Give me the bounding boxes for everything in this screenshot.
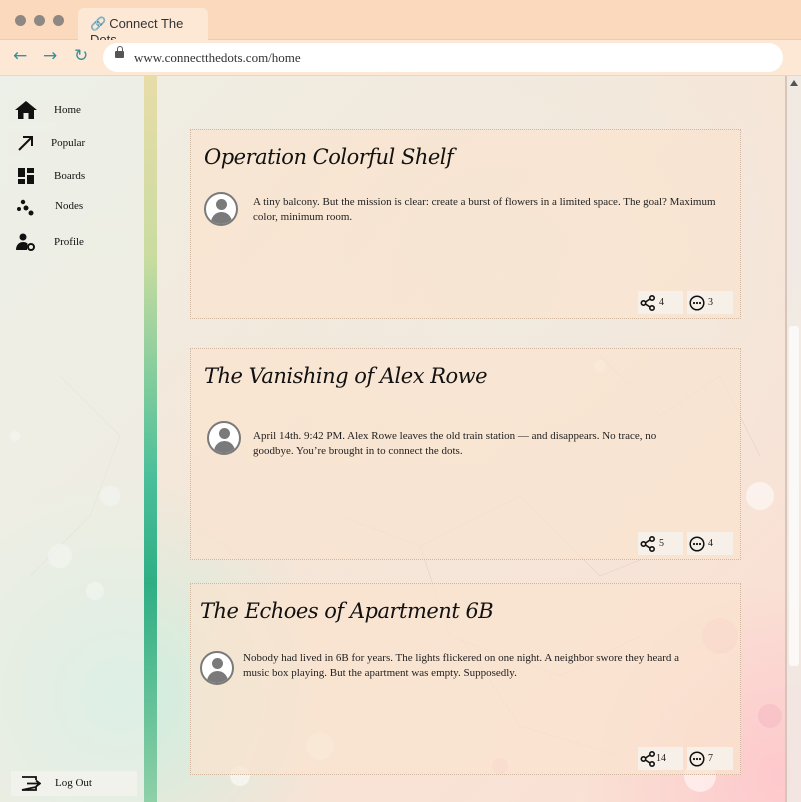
logout-icon	[21, 776, 41, 791]
share-icon	[640, 295, 655, 311]
share-count: 5	[659, 538, 664, 549]
comment-button[interactable]: 7	[687, 747, 733, 770]
sidebar-item-nodes[interactable]: Nodes	[8, 195, 130, 219]
forward-icon[interactable]: →	[43, 46, 57, 66]
url-field[interactable]: www.connectthedots.com/home	[103, 43, 783, 72]
avatar[interactable]	[207, 421, 241, 455]
share-button[interactable]: 5	[638, 532, 683, 555]
post-card[interactable]: Operation Colorful Shelf A tiny balcony.…	[190, 129, 741, 319]
sidebar-item-label: Nodes	[55, 200, 84, 212]
avatar[interactable]	[204, 192, 238, 226]
window-maximize-button[interactable]	[53, 15, 64, 26]
share-button[interactable]: 14	[638, 747, 683, 770]
url-text: www.connectthedots.com/home	[134, 50, 301, 65]
sidebar-item-label: Boards	[54, 170, 86, 182]
post-body: A tiny balcony. But the mission is clear…	[253, 196, 716, 223]
profile-settings-icon	[16, 233, 35, 251]
decorative-strip	[144, 76, 157, 802]
comment-icon	[689, 751, 705, 767]
sidebar-item-label: Home	[54, 104, 81, 116]
sidebar-item-popular[interactable]: Popular	[8, 131, 130, 155]
reload-icon[interactable]: ↻	[74, 46, 88, 66]
post-title[interactable]: Operation Colorful Shelf	[204, 145, 454, 169]
sidebar-item-boards[interactable]: Boards	[8, 164, 130, 188]
logout-button[interactable]: Log Out	[11, 771, 137, 796]
sidebar-item-home[interactable]: Home	[8, 98, 130, 122]
post-card[interactable]: The Vanishing of Alex Rowe April 14th. 9…	[190, 348, 741, 560]
window-close-button[interactable]	[15, 15, 26, 26]
comment-count: 3	[708, 297, 713, 308]
sidebar: Home Popular Boards Nodes Profile	[0, 76, 144, 802]
comment-button[interactable]: 3	[687, 291, 733, 314]
sidebar-item-profile[interactable]: Profile	[8, 230, 130, 254]
window-minimize-button[interactable]	[34, 15, 45, 26]
share-button[interactable]: 4	[638, 291, 683, 314]
comment-icon	[689, 295, 705, 311]
back-icon[interactable]: ←	[13, 46, 27, 66]
arrow-up-right-icon	[18, 136, 33, 151]
share-count: 14	[656, 753, 666, 764]
comment-count: 4	[708, 538, 713, 549]
link-icon: 🔗	[90, 16, 107, 31]
address-bar-row: ← → ↻ www.connectthedots.com/home	[0, 40, 801, 76]
share-count: 4	[659, 297, 664, 308]
comment-icon	[689, 536, 705, 552]
nodes-icon	[17, 199, 34, 216]
logout-label: Log Out	[55, 777, 92, 789]
sidebar-item-label: Popular	[51, 137, 86, 149]
scroll-thumb[interactable]	[789, 326, 799, 666]
browser-tab[interactable]: 🔗Connect The Dots	[78, 8, 208, 47]
comment-count: 7	[708, 753, 713, 764]
post-card[interactable]: The Echoes of Apartment 6B Nobody had li…	[190, 583, 741, 775]
lock-icon	[115, 46, 124, 58]
dashboard-icon	[18, 168, 34, 184]
post-title[interactable]: The Echoes of Apartment 6B	[200, 599, 494, 623]
post-title[interactable]: The Vanishing of Alex Rowe	[204, 364, 488, 388]
scrollbar[interactable]	[787, 76, 801, 802]
scroll-up-icon[interactable]	[790, 80, 798, 86]
post-body: April 14th. 9:42 PM. Alex Rowe leaves th…	[253, 430, 657, 457]
sidebar-item-label: Profile	[54, 236, 84, 248]
comment-button[interactable]: 4	[687, 532, 733, 555]
home-icon	[15, 101, 37, 119]
browser-titlebar: 🔗Connect The Dots	[0, 0, 801, 47]
share-icon	[640, 751, 655, 767]
avatar[interactable]	[200, 651, 234, 685]
share-icon	[640, 536, 655, 552]
post-body: Nobody had lived in 6B for years. The li…	[243, 652, 680, 679]
